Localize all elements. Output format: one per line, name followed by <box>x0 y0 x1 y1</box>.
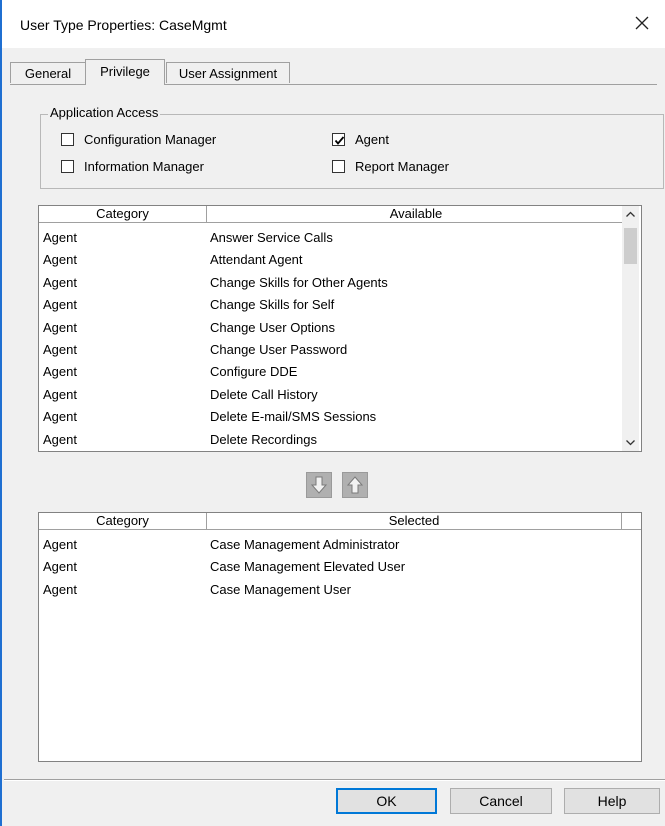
cell-category: Agent <box>43 297 77 313</box>
list-item[interactable]: Agent Change Skills for Self <box>39 294 388 316</box>
cell-category: Agent <box>43 581 77 597</box>
checkbox-box[interactable] <box>332 160 345 173</box>
dialog-body: General Privilege User Assignment Applic… <box>2 48 665 826</box>
cell-category: Agent <box>43 409 77 425</box>
scroll-up-icon[interactable] <box>622 206 639 223</box>
cell-category: Agent <box>43 230 77 245</box>
list-item[interactable]: Agent Delete Call History <box>39 384 388 406</box>
checkbox-box[interactable] <box>61 160 74 173</box>
ok-button[interactable]: OK <box>336 788 437 814</box>
tab-general[interactable]: General <box>10 62 86 83</box>
list-item[interactable]: Agent Case Management User <box>39 579 405 601</box>
cell-privilege: Delete E-mail/SMS Sessions <box>210 409 377 425</box>
list-item[interactable]: Agent Delete Recordings <box>39 429 388 451</box>
available-list-scrollbar[interactable] <box>622 206 639 451</box>
checkbox-label: Information Manager <box>84 159 204 174</box>
arrow-down-icon <box>311 476 327 494</box>
footer-separator-highlight <box>4 780 665 781</box>
checkbox-label: Configuration Manager <box>84 132 217 147</box>
list-item[interactable]: Agent Configure DDE <box>39 361 388 383</box>
checkbox-agent[interactable]: Agent <box>332 132 389 147</box>
tab-privilege-label: Privilege <box>100 64 150 79</box>
checkbox-box[interactable] <box>61 133 74 146</box>
tab-user-assignment[interactable]: User Assignment <box>166 62 290 83</box>
title-bar[interactable]: User Type Properties: CaseMgmt <box>2 0 665 48</box>
cell-privilege: Configure DDE <box>210 364 298 380</box>
cell-category: Agent <box>43 252 77 268</box>
available-rows: Agent Answer Service Calls Agent Attenda… <box>39 227 388 451</box>
window-title: User Type Properties: CaseMgmt <box>20 17 227 33</box>
list-item[interactable]: Agent Answer Service Calls <box>39 227 388 249</box>
cell-category: Agent <box>43 364 77 380</box>
arrow-up-icon <box>347 476 363 494</box>
cell-privilege: Case Management Administrator <box>210 537 400 552</box>
cell-privilege: Delete Call History <box>210 386 318 402</box>
list-item[interactable]: Agent Change User Password <box>39 339 388 361</box>
list-item[interactable]: Agent Attendant Agent <box>39 249 388 271</box>
list-item[interactable]: Agent Change User Options <box>39 317 388 339</box>
cell-privilege: Case Management Elevated User <box>210 559 406 575</box>
checkbox-label: Agent <box>355 132 389 147</box>
tab-user-assignment-label: User Assignment <box>178 66 278 81</box>
scroll-down-icon[interactable] <box>622 434 639 451</box>
cell-category: Agent <box>43 274 77 290</box>
list-item[interactable]: Agent Case Management Elevated User <box>39 556 405 578</box>
checkbox-configuration-manager[interactable]: Configuration Manager <box>61 132 216 147</box>
close-icon[interactable] <box>629 10 655 36</box>
tab-general-label: General <box>24 66 72 81</box>
checkbox-box[interactable] <box>332 133 345 146</box>
cell-privilege: Delete Recordings <box>210 431 317 447</box>
cell-category: Agent <box>43 431 77 447</box>
cell-category: Agent <box>43 559 77 575</box>
cancel-button[interactable]: Cancel <box>450 788 552 814</box>
selected-list[interactable]: Category Selected Agent Case Management … <box>38 512 642 762</box>
cell-privilege: Answer Service Calls <box>210 230 333 245</box>
cell-privilege: Case Management User <box>210 581 351 597</box>
application-access-label: Application Access <box>48 105 161 120</box>
column-header-selected[interactable]: Selected <box>207 513 622 530</box>
cell-category: Agent <box>43 319 77 335</box>
list-item[interactable]: Agent Delete E-mail/SMS Sessions <box>39 406 388 428</box>
checkbox-information-manager[interactable]: Information Manager <box>61 159 204 174</box>
cell-category: Agent <box>43 386 77 402</box>
cell-privilege: Change User Options <box>210 319 336 335</box>
cell-privilege: Change User Password <box>210 341 348 357</box>
scroll-thumb[interactable] <box>624 228 637 264</box>
application-access-group <box>40 114 664 189</box>
move-down-button[interactable] <box>306 472 332 498</box>
tab-privilege[interactable]: Privilege <box>85 59 165 85</box>
available-list-header: Category Available <box>39 206 626 223</box>
selected-rows: Agent Case Management Administrator Agen… <box>39 534 405 601</box>
cell-privilege: Change Skills for Other Agents <box>210 274 388 290</box>
selected-list-header: Category Selected <box>39 513 641 530</box>
cell-category: Agent <box>43 537 77 552</box>
column-header-category[interactable]: Category <box>39 513 207 530</box>
checkbox-report-manager[interactable]: Report Manager <box>332 159 449 174</box>
move-up-button[interactable] <box>342 472 368 498</box>
help-button[interactable]: Help <box>564 788 660 814</box>
checkbox-label: Report Manager <box>355 159 449 174</box>
cell-privilege: Attendant Agent <box>210 252 303 268</box>
list-item[interactable]: Agent Case Management Administrator <box>39 534 405 556</box>
column-header-category[interactable]: Category <box>39 206 207 223</box>
list-item[interactable]: Agent Change Skills for Other Agents <box>39 272 388 294</box>
column-header-filler <box>622 513 641 530</box>
checkmark-icon <box>334 136 345 145</box>
column-header-available[interactable]: Available <box>207 206 626 223</box>
cell-privilege: Change Skills for Self <box>210 297 335 313</box>
cell-category: Agent <box>43 341 77 357</box>
available-list[interactable]: Category Available Agent Answer Service … <box>38 205 642 452</box>
